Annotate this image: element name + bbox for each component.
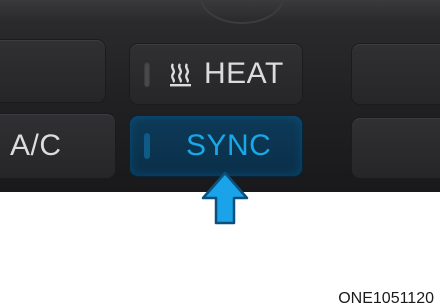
seat-heat-icon [170,63,191,87]
figure-code: ONE1051120 [338,290,434,307]
pointer-arrow-icon [201,171,249,225]
heat-indicator-led [144,61,150,87]
sync-indicator-led [144,133,150,159]
button-top-left[interactable] [0,40,105,102]
climate-control-panel: HEAT A/C SYNC [0,0,440,192]
heat-button[interactable]: HEAT [130,44,302,104]
sync-label: SYNC [186,129,272,162]
ac-label: A/C [10,129,62,162]
ac-button[interactable]: A/C [0,114,115,178]
sync-button[interactable]: SYNC [130,116,302,176]
button-top-right[interactable] [352,44,440,104]
heat-label: HEAT [204,57,284,90]
button-bottom-right[interactable] [352,118,440,178]
